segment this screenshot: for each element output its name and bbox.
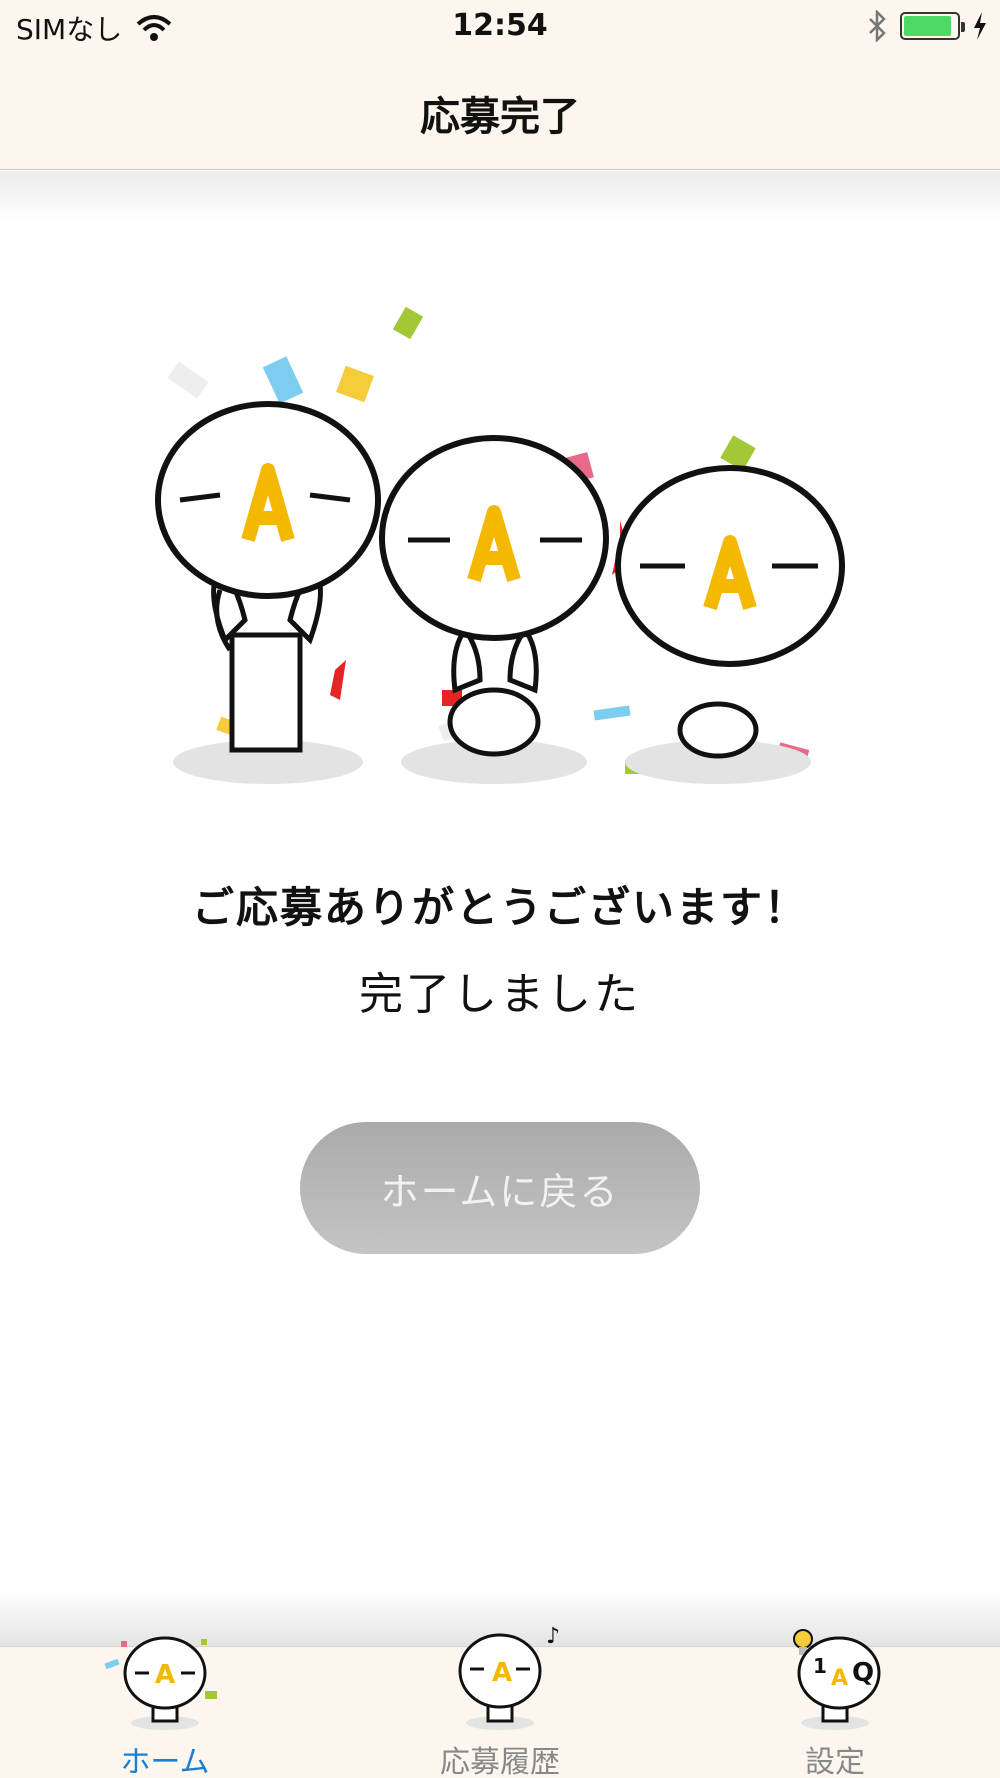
tab-settings-label: 設定: [805, 1745, 865, 1778]
status-bar: SIMなし 12:54: [0, 0, 1000, 52]
mascot-sitting-icon: [379, 435, 609, 757]
svg-text:1: 1: [813, 1654, 827, 1678]
tab-home[interactable]: A ホーム: [55, 1636, 275, 1778]
thank-you-message: ご応募ありがとうございます！: [191, 883, 808, 932]
return-home-button[interactable]: ホームに戻る: [300, 1122, 700, 1254]
tab-bar: A ホーム ♪ A 応募履歴 1 A Q 設定: [0, 1624, 1000, 1778]
tab-history-badge: A: [492, 1658, 512, 1688]
tab-home-label: ホーム: [120, 1745, 210, 1778]
page-title: 応募完了: [420, 94, 580, 140]
tab-settings[interactable]: 1 A Q 設定: [725, 1629, 945, 1778]
bluetooth-icon: [869, 10, 886, 42]
settings-mascot-icon: 1 A Q: [793, 1629, 881, 1730]
navigation-bar: 応募完了: [0, 52, 1000, 170]
svg-text:A: A: [831, 1666, 848, 1691]
mascot-cheering-icon: [155, 401, 381, 753]
home-mascot-icon: A: [104, 1636, 217, 1730]
tab-history[interactable]: ♪ A 応募履歴: [390, 1624, 610, 1778]
completion-message: 完了しました: [359, 969, 641, 1020]
mascot-celebration-illustration: [155, 306, 845, 784]
tab-history-label: 応募履歴: [440, 1745, 560, 1778]
status-right: [866, 10, 988, 42]
battery-level: [904, 16, 951, 36]
status-time: 12:54: [452, 8, 548, 43]
mascot-resting-icon: [615, 465, 845, 759]
history-mascot-icon: ♪ A: [458, 1624, 560, 1730]
nav-shadow: [0, 171, 1000, 221]
tab-home-badge: A: [155, 1660, 175, 1690]
svg-text:♪: ♪: [546, 1624, 560, 1649]
tab-settings-badge: Q: [852, 1658, 874, 1688]
charging-icon: [974, 12, 986, 40]
battery-icon: [900, 12, 965, 40]
